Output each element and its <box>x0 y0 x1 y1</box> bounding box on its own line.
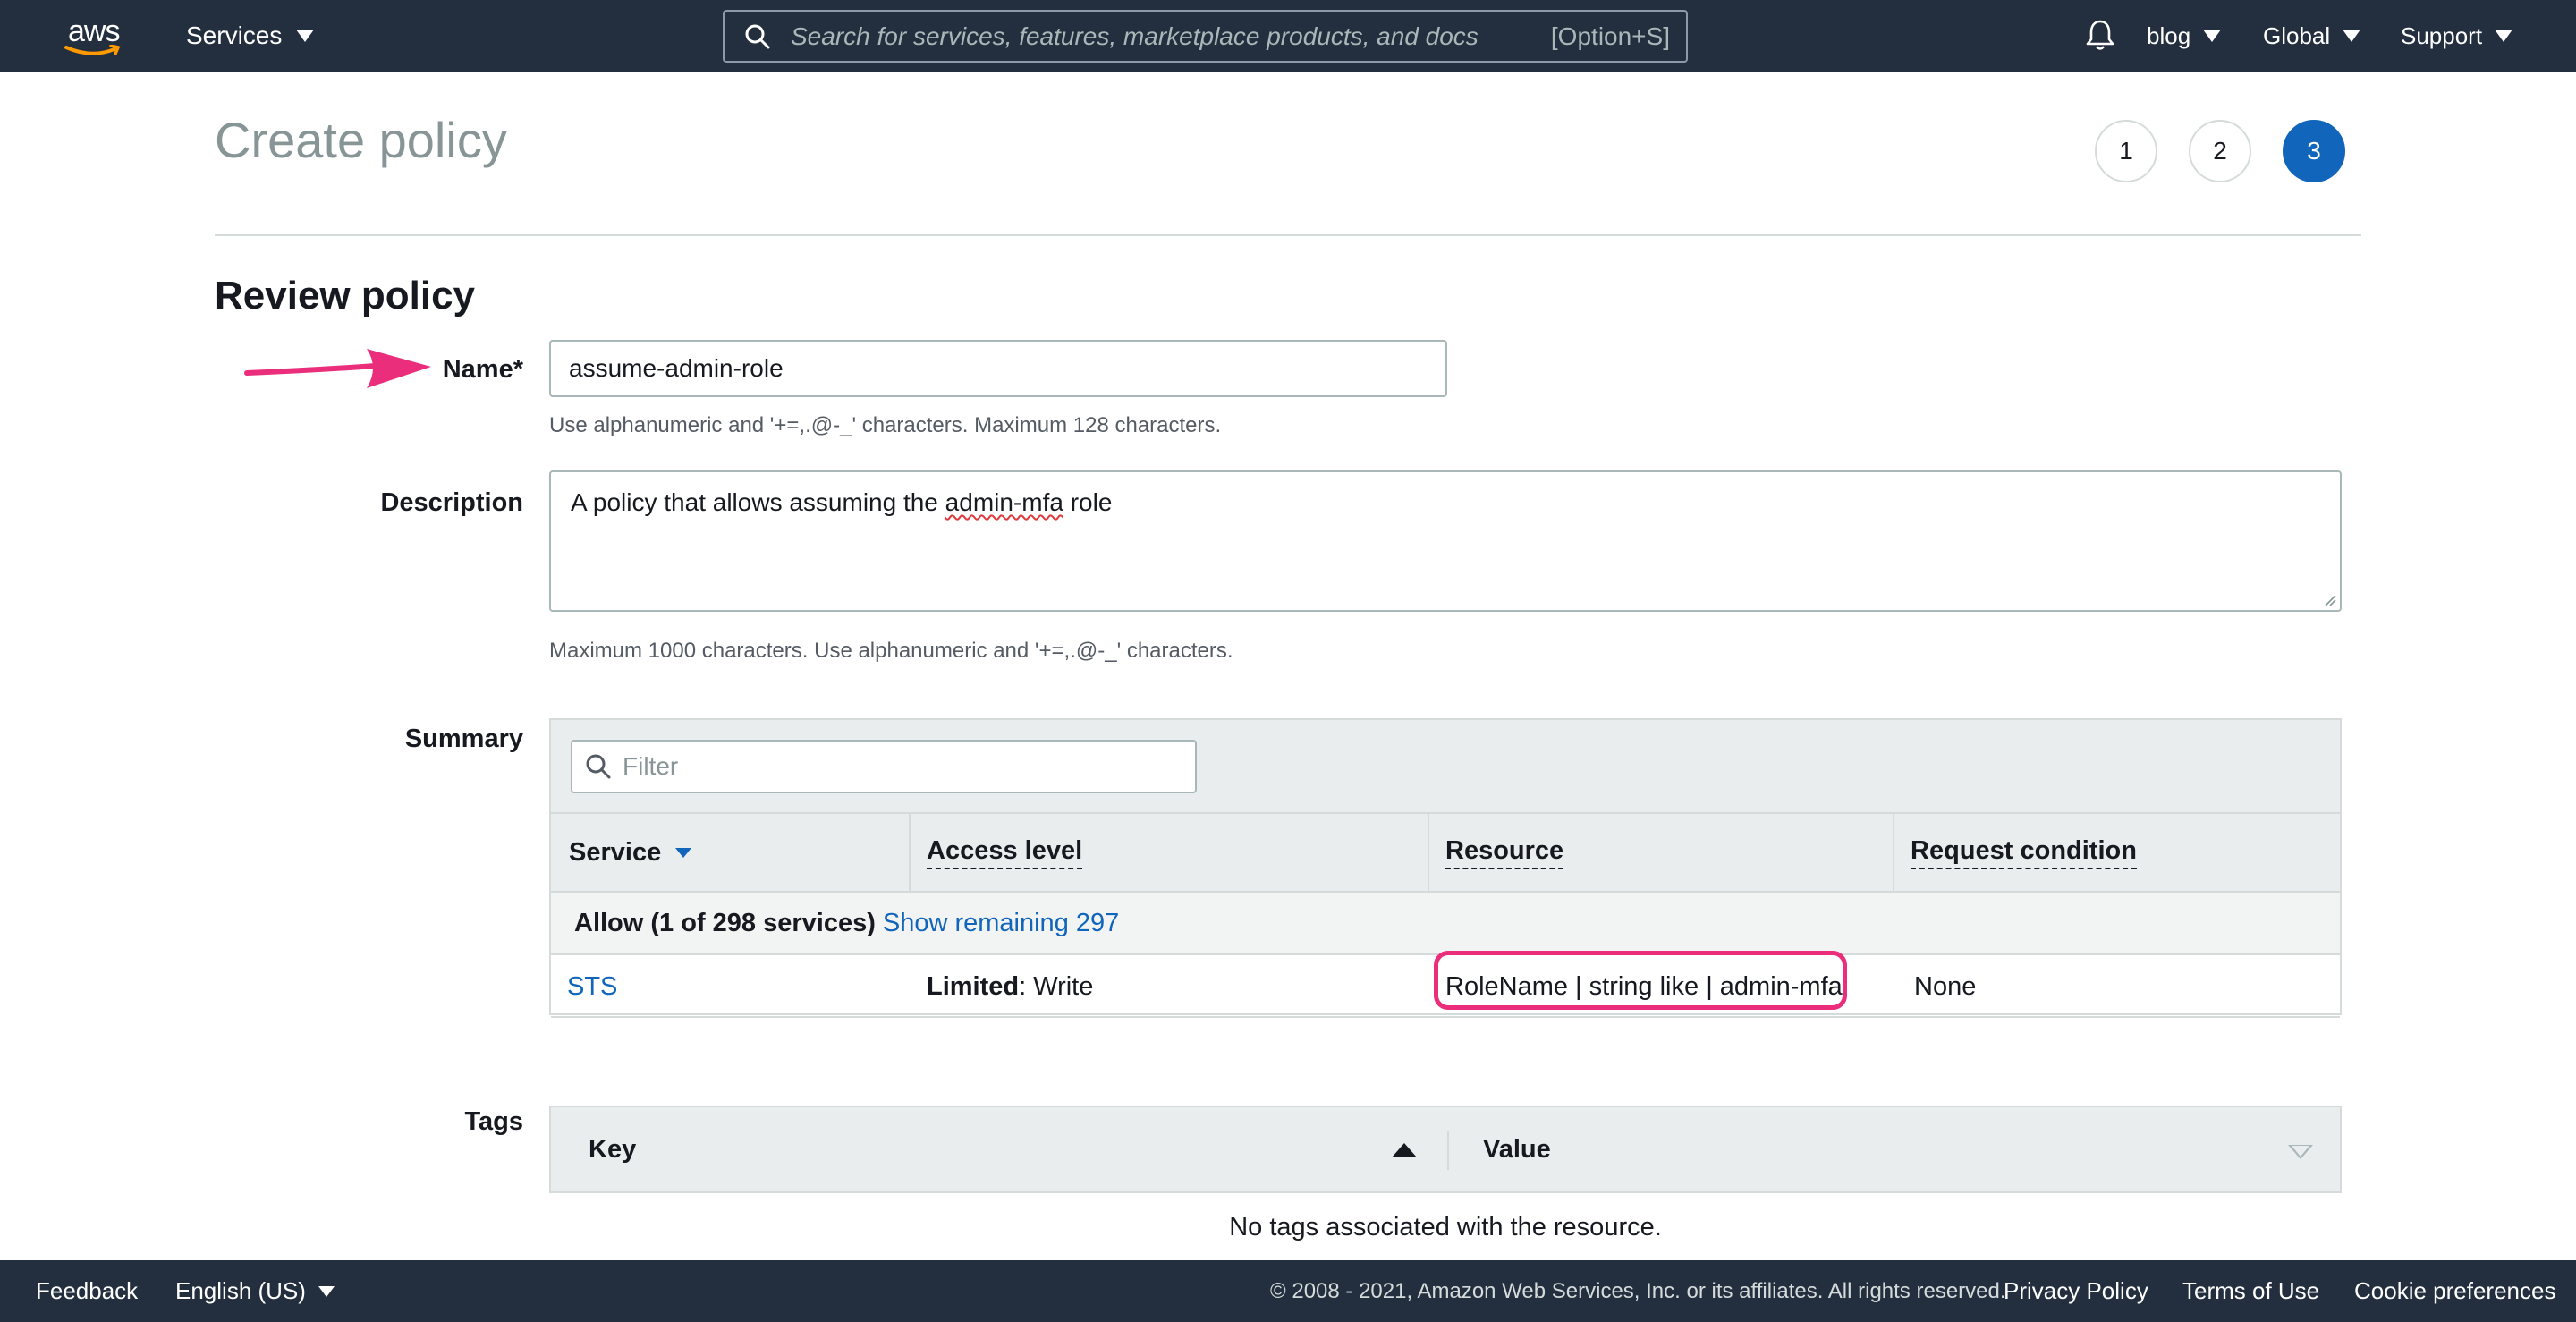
tags-empty-message: No tags associated with the resource. <box>1229 1213 1662 1241</box>
name-label: Name* <box>442 355 523 384</box>
column-header-access-level[interactable]: Access level <box>927 814 1083 891</box>
support-menu[interactable]: Support <box>2401 20 2513 52</box>
global-search-input[interactable]: Search for services, features, marketpla… <box>723 10 1688 63</box>
filter-bar: Filter <box>551 720 2340 812</box>
tags-table-header: Key Value <box>549 1106 2342 1193</box>
column-label: Resource <box>1445 836 1564 869</box>
allow-group-row: Allow (1 of 298 services) Show remaining… <box>551 893 2340 955</box>
sort-desc-outline-inner <box>2292 1146 2309 1157</box>
tags-value-header[interactable]: Value <box>1483 1107 1551 1191</box>
access-level-rest: : Write <box>1019 971 1094 1001</box>
search-placeholder: Search for services, features, marketpla… <box>791 21 1479 50</box>
account-menu[interactable]: blog <box>2147 20 2222 52</box>
aws-smile-icon <box>64 45 121 55</box>
search-icon <box>586 754 611 779</box>
column-header-request-condition[interactable]: Request condition <box>1911 814 2137 891</box>
language-label: English (US) <box>175 1277 306 1304</box>
caret-down-icon <box>2343 30 2361 42</box>
divider <box>215 234 2361 236</box>
privacy-policy-link[interactable]: Privacy Policy <box>2004 1260 2148 1322</box>
resize-handle-icon[interactable] <box>2322 592 2336 606</box>
description-label: Description <box>380 488 523 517</box>
allow-count-text: Allow (1 of 298 services) <box>574 908 876 937</box>
footer-bar: Feedback English (US) © 2008 - 2021, Ama… <box>0 1260 2576 1322</box>
column-header-resource[interactable]: Resource <box>1445 814 1564 891</box>
column-separator <box>1428 814 1429 891</box>
top-navigation-bar: aws Services Search for services, featur… <box>0 0 2576 72</box>
sort-desc-icon <box>675 847 692 858</box>
description-hint: Maximum 1000 characters. Use alphanumeri… <box>549 639 1233 663</box>
bell-icon[interactable] <box>2084 18 2116 56</box>
step-3-active: 3 <box>2283 120 2345 182</box>
column-label: Service <box>569 837 662 867</box>
page-title: Create policy <box>215 112 507 168</box>
region-menu[interactable]: Global <box>2263 20 2361 52</box>
account-label: blog <box>2147 21 2191 49</box>
filter-placeholder: Filter <box>623 752 679 780</box>
tags-key-header[interactable]: Key <box>589 1107 636 1191</box>
step-2[interactable]: 2 <box>2189 120 2251 182</box>
policy-name-value: assume-admin-role <box>569 354 784 382</box>
column-separator <box>1893 814 1894 891</box>
description-text-prefix: A policy that allows assuming the <box>571 488 945 516</box>
language-selector[interactable]: English (US) <box>175 1260 335 1322</box>
description-text-misspelled: admin-mfa <box>945 488 1063 516</box>
caret-down-icon <box>296 30 315 42</box>
column-label: Access level <box>927 836 1083 869</box>
terms-of-use-link[interactable]: Terms of Use <box>2182 1260 2319 1322</box>
services-label: Services <box>186 21 283 49</box>
column-header-service[interactable]: Service <box>569 814 692 891</box>
filter-input[interactable]: Filter <box>571 740 1197 793</box>
sort-asc-icon[interactable] <box>1392 1143 1417 1157</box>
column-separator <box>1447 1131 1449 1170</box>
services-menu[interactable]: Services <box>186 20 315 52</box>
show-remaining-link[interactable]: Show remaining 297 <box>883 909 1119 938</box>
search-shortcut: [Option+S] <box>1550 21 1670 50</box>
description-text-suffix: role <box>1063 488 1113 516</box>
service-link-sts[interactable]: STS <box>567 955 617 1018</box>
summary-label: Summary <box>404 725 523 753</box>
column-separator <box>909 814 911 891</box>
aws-logo[interactable]: aws <box>63 13 127 57</box>
table-header: Service Access level Resource Request co… <box>551 812 2340 893</box>
annotation-arrow-icon <box>244 349 431 388</box>
step-1[interactable]: 1 <box>2095 120 2157 182</box>
search-icon <box>745 24 770 48</box>
caret-down-icon <box>318 1285 335 1297</box>
tags-label: Tags <box>464 1107 523 1136</box>
access-level-cell: Limited: Write <box>927 955 1093 1018</box>
policy-name-input[interactable]: assume-admin-role <box>549 340 1447 397</box>
access-level-bold: Limited <box>927 971 1020 1001</box>
name-hint: Use alphanumeric and '+=,.@-_' character… <box>549 413 1222 437</box>
feedback-link[interactable]: Feedback <box>36 1260 138 1322</box>
region-label: Global <box>2263 21 2331 49</box>
annotation-highlight-box <box>1434 951 1847 1010</box>
caret-down-icon <box>2203 30 2222 42</box>
caret-down-icon <box>2495 30 2513 42</box>
section-title: Review policy <box>215 274 476 318</box>
column-label: Request condition <box>1911 836 2137 869</box>
request-condition-cell: None <box>1914 971 1977 1001</box>
support-label: Support <box>2401 21 2483 49</box>
cookie-preferences-link[interactable]: Cookie preferences <box>2354 1260 2555 1322</box>
copyright-text: © 2008 - 2021, Amazon Web Services, Inc.… <box>1270 1278 2006 1303</box>
description-textarea[interactable]: A policy that allows assuming the admin-… <box>549 470 2342 612</box>
